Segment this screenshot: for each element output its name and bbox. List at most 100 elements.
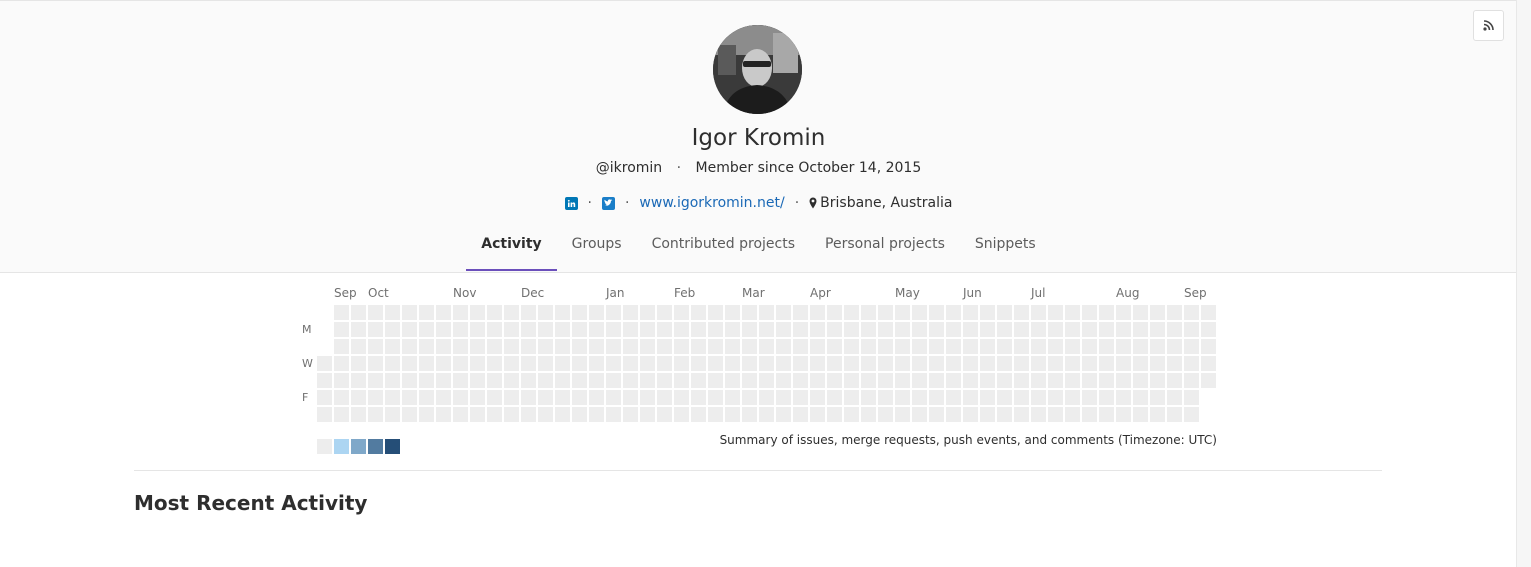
contribution-day-cell[interactable] (1031, 305, 1046, 320)
contribution-day-cell[interactable] (453, 356, 468, 371)
contribution-day-cell[interactable] (436, 407, 451, 422)
contribution-day-cell[interactable] (470, 305, 485, 320)
contribution-day-cell[interactable] (997, 390, 1012, 405)
contribution-day-cell[interactable] (929, 373, 944, 388)
contribution-day-cell[interactable] (504, 322, 519, 337)
contribution-day-cell[interactable] (453, 390, 468, 405)
contribution-day-cell[interactable] (572, 407, 587, 422)
contribution-day-cell[interactable] (674, 322, 689, 337)
contribution-day-cell[interactable] (1014, 390, 1029, 405)
contribution-day-cell[interactable] (946, 322, 961, 337)
contribution-day-cell[interactable] (640, 322, 655, 337)
contribution-day-cell[interactable] (1014, 407, 1029, 422)
tab-groups[interactable]: Groups (557, 226, 637, 271)
contribution-day-cell[interactable] (470, 390, 485, 405)
contribution-day-cell[interactable] (504, 373, 519, 388)
contribution-day-cell[interactable] (589, 373, 604, 388)
contribution-day-cell[interactable] (844, 390, 859, 405)
contribution-day-cell[interactable] (589, 305, 604, 320)
contribution-day-cell[interactable] (623, 356, 638, 371)
contribution-day-cell[interactable] (997, 339, 1012, 354)
website-link[interactable]: www.igorkromin.net/ (639, 195, 784, 211)
contribution-day-cell[interactable] (402, 356, 417, 371)
contribution-day-cell[interactable] (691, 322, 706, 337)
contribution-day-cell[interactable] (1116, 390, 1131, 405)
contribution-day-cell[interactable] (351, 305, 366, 320)
contribution-day-cell[interactable] (895, 390, 910, 405)
contribution-day-cell[interactable] (1150, 390, 1165, 405)
contribution-day-cell[interactable] (878, 322, 893, 337)
contribution-day-cell[interactable] (759, 356, 774, 371)
contribution-day-cell[interactable] (1099, 390, 1114, 405)
contribution-day-cell[interactable] (640, 373, 655, 388)
contribution-day-cell[interactable] (436, 390, 451, 405)
contribution-day-cell[interactable] (793, 373, 808, 388)
contribution-day-cell[interactable] (555, 373, 570, 388)
contribution-day-cell[interactable] (861, 356, 876, 371)
contribution-day-cell[interactable] (844, 407, 859, 422)
contribution-day-cell[interactable] (368, 356, 383, 371)
contribution-day-cell[interactable] (1167, 373, 1182, 388)
contribution-day-cell[interactable] (351, 373, 366, 388)
contribution-day-cell[interactable] (572, 339, 587, 354)
contribution-day-cell[interactable] (1150, 407, 1165, 422)
contribution-day-cell[interactable] (708, 305, 723, 320)
contribution-day-cell[interactable] (1150, 305, 1165, 320)
contribution-day-cell[interactable] (385, 390, 400, 405)
rss-button[interactable] (1473, 10, 1504, 41)
contribution-day-cell[interactable] (606, 390, 621, 405)
contribution-day-cell[interactable] (1184, 390, 1199, 405)
contribution-day-cell[interactable] (436, 305, 451, 320)
contribution-day-cell[interactable] (844, 339, 859, 354)
contribution-day-cell[interactable] (1167, 390, 1182, 405)
contribution-day-cell[interactable] (521, 390, 536, 405)
contribution-day-cell[interactable] (1116, 373, 1131, 388)
contribution-day-cell[interactable] (946, 356, 961, 371)
contribution-day-cell[interactable] (742, 305, 757, 320)
contribution-day-cell[interactable] (742, 373, 757, 388)
contribution-day-cell[interactable] (623, 339, 638, 354)
contribution-day-cell[interactable] (691, 373, 706, 388)
twitter-icon[interactable] (601, 196, 615, 210)
contribution-day-cell[interactable] (1133, 305, 1148, 320)
contribution-day-cell[interactable] (980, 407, 995, 422)
contribution-day-cell[interactable] (1167, 356, 1182, 371)
contribution-day-cell[interactable] (776, 390, 791, 405)
contribution-day-cell[interactable] (470, 407, 485, 422)
contribution-day-cell[interactable] (555, 322, 570, 337)
contribution-day-cell[interactable] (1048, 390, 1063, 405)
contribution-day-cell[interactable] (844, 356, 859, 371)
contribution-day-cell[interactable] (1065, 373, 1080, 388)
contribution-day-cell[interactable] (1099, 373, 1114, 388)
contribution-day-cell[interactable] (368, 305, 383, 320)
contribution-day-cell[interactable] (1167, 305, 1182, 320)
contribution-day-cell[interactable] (929, 407, 944, 422)
contribution-day-cell[interactable] (1065, 322, 1080, 337)
contribution-day-cell[interactable] (725, 339, 740, 354)
contribution-day-cell[interactable] (334, 305, 349, 320)
contribution-day-cell[interactable] (708, 356, 723, 371)
contribution-day-cell[interactable] (1133, 339, 1148, 354)
contribution-day-cell[interactable] (691, 356, 706, 371)
contribution-day-cell[interactable] (980, 373, 995, 388)
contribution-day-cell[interactable] (453, 305, 468, 320)
contribution-day-cell[interactable] (1065, 407, 1080, 422)
contribution-day-cell[interactable] (1065, 339, 1080, 354)
contribution-day-cell[interactable] (929, 356, 944, 371)
contribution-day-cell[interactable] (878, 407, 893, 422)
contribution-day-cell[interactable] (793, 322, 808, 337)
contribution-day-cell[interactable] (402, 339, 417, 354)
contribution-day-cell[interactable] (1031, 339, 1046, 354)
contribution-day-cell[interactable] (334, 322, 349, 337)
contribution-day-cell[interactable] (895, 339, 910, 354)
contribution-day-cell[interactable] (504, 356, 519, 371)
contribution-day-cell[interactable] (691, 339, 706, 354)
contribution-day-cell[interactable] (674, 356, 689, 371)
contribution-day-cell[interactable] (1031, 356, 1046, 371)
contribution-day-cell[interactable] (640, 305, 655, 320)
contribution-day-cell[interactable] (1014, 356, 1029, 371)
contribution-day-cell[interactable] (912, 356, 927, 371)
contribution-day-cell[interactable] (572, 305, 587, 320)
contribution-day-cell[interactable] (742, 339, 757, 354)
contribution-day-cell[interactable] (368, 339, 383, 354)
